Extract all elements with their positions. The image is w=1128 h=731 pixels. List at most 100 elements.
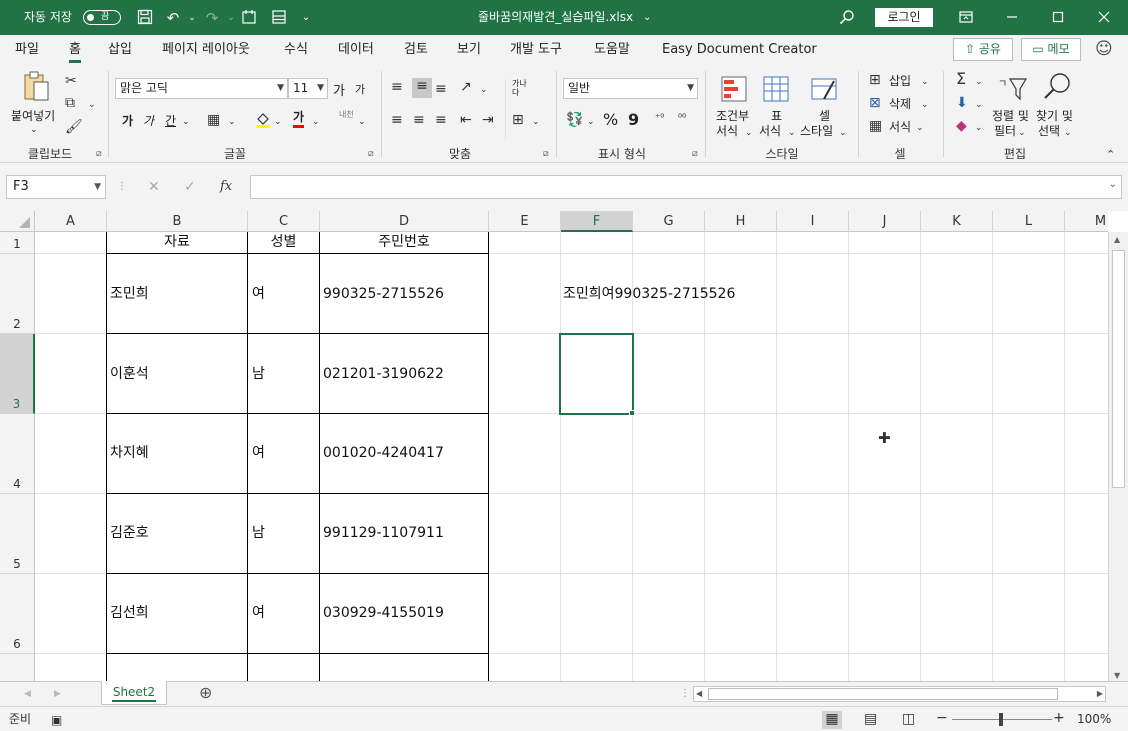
column-header-j[interactable]: J <box>849 211 921 232</box>
customize-qat-icon[interactable]: ⌄ <box>297 9 315 27</box>
accounting-dropdown-icon[interactable]: ⌄ <box>587 114 595 130</box>
merge-center-icon[interactable]: ⊞ <box>512 112 524 128</box>
drag-handle-icon[interactable]: ⋮ <box>117 179 127 195</box>
decrease-decimal-icon[interactable]: ⁰⁰ <box>678 111 686 127</box>
fill-down-icon[interactable]: ⬇ <box>956 95 968 111</box>
align-center-icon[interactable]: ≡ <box>413 112 425 128</box>
bold-button[interactable]: 가 <box>122 112 133 129</box>
phonetic-dropdown-icon[interactable]: ⌄ <box>358 114 366 130</box>
sort-filter-label-2[interactable]: 필터 <box>994 122 1016 139</box>
cell-b1[interactable]: 자료 <box>107 233 247 251</box>
formula-input[interactable]: ⌄ <box>250 175 1122 199</box>
find-select-icon[interactable] <box>1042 71 1072 105</box>
cell-d5[interactable]: 991129-1107911 <box>323 524 444 542</box>
phonetic-button[interactable]: 내천 <box>339 109 354 120</box>
conditional-dropdown-icon[interactable]: ⌄ <box>745 125 753 141</box>
conditional-format-icon[interactable] <box>720 75 748 107</box>
border-dropdown-icon[interactable]: ⌄ <box>228 114 236 130</box>
cell-styles-dropdown-icon[interactable]: ⌄ <box>839 125 847 141</box>
sheet-nav-next-icon[interactable]: ▶ <box>54 686 61 702</box>
percent-button[interactable]: % <box>603 110 618 129</box>
find-select-label-2[interactable]: 선택 <box>1038 122 1060 139</box>
cell-f2[interactable]: 조민희여990325-2715526 <box>563 285 735 303</box>
border-icon[interactable]: ▦ <box>207 112 220 128</box>
underline-button[interactable]: 간 <box>165 112 176 129</box>
row-header-4[interactable]: 4 <box>0 414 35 494</box>
paste-dropdown-icon[interactable]: ⌄ <box>30 122 38 138</box>
align-middle-icon[interactable]: ≡ <box>412 78 432 98</box>
delete-cells-label[interactable]: 삭제 <box>889 95 911 112</box>
add-sheet-icon[interactable]: ⊕ <box>199 685 212 701</box>
tab-home[interactable]: 홈 <box>69 35 81 65</box>
title-dropdown-icon[interactable]: ⌄ <box>643 0 651 35</box>
fill-handle[interactable] <box>629 410 635 416</box>
autosave-toggle[interactable]: 끔 <box>83 10 121 25</box>
minimize-icon[interactable] <box>1003 9 1021 27</box>
format-painter-icon[interactable]: 🖌 <box>65 119 83 135</box>
align-bottom-icon[interactable]: ≡ <box>435 81 447 97</box>
memo-button[interactable]: ▭ 메모 <box>1021 38 1081 61</box>
wrap-text-button[interactable]: 가나다 <box>512 79 532 97</box>
underline-dropdown-icon[interactable]: ⌄ <box>182 114 190 130</box>
column-header-k[interactable]: K <box>921 211 993 232</box>
orientation-icon[interactable]: ↗ <box>460 79 472 95</box>
smiley-feedback-icon[interactable]: ☺ <box>1095 41 1113 58</box>
cell-b6[interactable]: 김선희 <box>110 604 149 622</box>
increase-indent-icon[interactable]: ⇥ <box>482 112 494 128</box>
column-header-d[interactable]: D <box>320 211 489 232</box>
column-header-f[interactable]: F <box>561 211 633 232</box>
format-cells-icon[interactable]: ▦ <box>869 118 882 134</box>
cancel-entry-icon[interactable]: ✕ <box>148 179 160 195</box>
cell-c1[interactable]: 성별 <box>248 233 319 251</box>
column-header-h[interactable]: H <box>705 211 777 232</box>
conditional-format-label-2[interactable]: 서식 <box>716 122 738 139</box>
font-color-button[interactable]: 가 <box>293 109 305 128</box>
insert-function-icon[interactable]: fx <box>220 179 232 195</box>
cell-d4[interactable]: 001020-4240417 <box>323 444 444 462</box>
column-header-e[interactable]: E <box>489 211 561 232</box>
comma-button[interactable]: 9 <box>628 110 639 129</box>
tab-data[interactable]: 데이터 <box>338 35 374 65</box>
redo-icon[interactable]: ↷ <box>203 9 221 27</box>
format-dropdown-icon[interactable]: ⌄ <box>916 120 924 136</box>
ribbon-display-icon[interactable] <box>957 9 975 27</box>
column-header-g[interactable]: G <box>633 211 705 232</box>
zoom-out-icon[interactable]: − <box>936 710 948 726</box>
tab-help[interactable]: 도움말 <box>594 35 630 65</box>
format-as-table-icon[interactable] <box>762 75 790 107</box>
row-header-7[interactable] <box>0 654 35 681</box>
share-button[interactable]: ⇧ 공유 <box>953 38 1013 61</box>
clear-eraser-icon[interactable]: ◆ <box>956 118 967 134</box>
fill-dropdown-icon[interactable]: ⌄ <box>975 97 983 113</box>
scroll-left-icon[interactable]: ◀ <box>696 687 702 701</box>
save-icon[interactable] <box>136 9 154 27</box>
scroll-right-icon[interactable]: ▶ <box>1097 687 1103 701</box>
cell-b5[interactable]: 김준호 <box>110 524 149 542</box>
row-header-6[interactable]: 6 <box>0 574 35 654</box>
sort-dropdown-icon[interactable]: ⌄ <box>1018 125 1026 141</box>
column-header-i[interactable]: I <box>777 211 849 232</box>
maximize-icon[interactable] <box>1049 9 1067 27</box>
merge-dropdown-icon[interactable]: ⌄ <box>532 114 540 130</box>
number-format-combo[interactable]: 일반 ▼ <box>563 78 698 99</box>
cell-c6[interactable]: 여 <box>252 604 265 622</box>
cell-b4[interactable]: 차지혜 <box>110 444 149 462</box>
active-cell-f3[interactable] <box>559 333 634 415</box>
font-launcher-icon[interactable]: ⧄ <box>368 149 374 159</box>
cell-b3[interactable]: 이훈석 <box>110 365 149 383</box>
cell-c5[interactable]: 남 <box>252 524 265 542</box>
zoom-slider-thumb[interactable] <box>999 713 1003 726</box>
redo-dropdown-icon[interactable]: ⌄ <box>222 9 240 27</box>
split-handle-icon[interactable]: ⋮ <box>680 686 690 702</box>
confirm-entry-icon[interactable]: ✓ <box>184 179 196 195</box>
tab-developer[interactable]: 개발 도구 <box>510 35 562 65</box>
copy-dropdown-icon[interactable]: ⌄ <box>88 97 96 113</box>
copy-icon[interactable]: ⧉ <box>65 95 75 111</box>
sheet-tab-sheet2[interactable]: Sheet2 <box>101 681 167 705</box>
autosum-icon[interactable]: Σ <box>956 71 966 87</box>
cell-d6[interactable]: 030929-4155019 <box>323 604 444 622</box>
accounting-icon[interactable]: 💱 <box>566 112 583 128</box>
orientation-dropdown-icon[interactable]: ⌄ <box>480 82 488 98</box>
autosum-dropdown-icon[interactable]: ⌄ <box>975 74 983 90</box>
undo-icon[interactable]: ↶ <box>164 9 182 27</box>
